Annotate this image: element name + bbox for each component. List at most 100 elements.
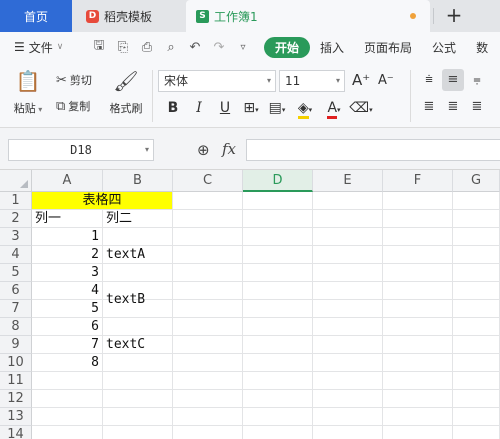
grid-cell[interactable] bbox=[313, 336, 383, 354]
eraser-icon[interactable]: ⌫▾ bbox=[348, 97, 374, 119]
grid-cell[interactable] bbox=[243, 228, 313, 246]
cell-a6[interactable]: 4 bbox=[32, 282, 103, 300]
grid-cell[interactable] bbox=[383, 318, 453, 336]
grid-cell[interactable] bbox=[32, 372, 103, 390]
column-header-b[interactable]: B bbox=[103, 170, 173, 192]
grid-cell[interactable] bbox=[243, 282, 313, 300]
grid-cell[interactable] bbox=[173, 210, 243, 228]
align-middle-icon[interactable]: ≡ bbox=[442, 69, 464, 91]
column-header-f[interactable]: F bbox=[383, 170, 453, 192]
redo-icon[interactable]: ↷ bbox=[212, 40, 226, 55]
align-top-icon[interactable]: ⩧ bbox=[418, 69, 440, 91]
paint-bucket-icon[interactable]: ◈▾ bbox=[290, 97, 320, 119]
grid-cell[interactable] bbox=[313, 264, 383, 282]
grid-cell[interactable] bbox=[173, 318, 243, 336]
grid-cell[interactable] bbox=[313, 318, 383, 336]
row-header-3[interactable]: 3 bbox=[0, 228, 32, 246]
grid-cell[interactable] bbox=[103, 426, 173, 439]
export-pdf-icon[interactable]: ⎘ bbox=[116, 40, 130, 55]
cell-b9[interactable]: textC bbox=[103, 336, 173, 354]
align-left-icon[interactable]: ≣ bbox=[418, 96, 440, 118]
column-header-a[interactable]: A bbox=[32, 170, 103, 192]
row-header-1[interactable]: 1 bbox=[0, 192, 32, 210]
ribbon-tab-home[interactable]: 开始 bbox=[264, 36, 311, 58]
grid-cell[interactable] bbox=[453, 192, 500, 210]
row-header-5[interactable]: 5 bbox=[0, 264, 32, 282]
grid-cell[interactable] bbox=[453, 282, 500, 300]
grid-cell[interactable] bbox=[173, 246, 243, 264]
cell-b4[interactable]: textA bbox=[103, 246, 173, 264]
grid-cell[interactable] bbox=[173, 264, 243, 282]
grid-cell[interactable] bbox=[173, 408, 243, 426]
grid-cell[interactable] bbox=[383, 228, 453, 246]
grid-cell[interactable] bbox=[103, 264, 173, 282]
cell-a7[interactable]: 5 bbox=[32, 300, 103, 318]
grid-cell[interactable] bbox=[243, 354, 313, 372]
save-icon[interactable]: 🖫 bbox=[92, 36, 106, 58]
row-header-2[interactable]: 2 bbox=[0, 210, 32, 228]
grid-cell[interactable] bbox=[453, 246, 500, 264]
grid-cell[interactable] bbox=[32, 426, 103, 439]
grid-cell[interactable] bbox=[453, 336, 500, 354]
grid-cell[interactable] bbox=[383, 426, 453, 439]
grid-cell[interactable] bbox=[173, 192, 243, 210]
bold-button[interactable]: B bbox=[160, 97, 186, 119]
row-header-7[interactable]: 7 bbox=[0, 300, 32, 318]
grid-cell[interactable] bbox=[453, 390, 500, 408]
grid-cell[interactable] bbox=[173, 300, 243, 318]
tab-workbook[interactable]: S 工作簿1 bbox=[186, 0, 430, 32]
print-icon[interactable]: ⎙ bbox=[140, 40, 154, 55]
grid-cell[interactable] bbox=[32, 390, 103, 408]
cell-a3[interactable]: 1 bbox=[32, 228, 103, 246]
ribbon-tab-insert[interactable]: 插入 bbox=[310, 39, 354, 56]
align-bottom-icon[interactable]: ⩦ bbox=[466, 69, 488, 91]
copy-button[interactable]: ⧉ 复制 bbox=[56, 98, 90, 114]
grid-cell[interactable] bbox=[453, 354, 500, 372]
grid-cell[interactable] bbox=[383, 336, 453, 354]
ribbon-tab-page-layout[interactable]: 页面布局 bbox=[354, 39, 422, 56]
grid-cell[interactable] bbox=[243, 210, 313, 228]
grid-cell[interactable] bbox=[313, 354, 383, 372]
grid-cell[interactable] bbox=[383, 192, 453, 210]
cell-a8[interactable]: 6 bbox=[32, 318, 103, 336]
underline-button[interactable]: U bbox=[212, 97, 238, 119]
select-all-button[interactable] bbox=[0, 170, 32, 192]
new-tab-button[interactable]: + bbox=[442, 3, 466, 27]
cell-a1-b1-title[interactable]: 表格四 bbox=[32, 192, 173, 210]
cell-a10[interactable]: 8 bbox=[32, 354, 103, 372]
grid-cell[interactable] bbox=[313, 210, 383, 228]
grid-cell[interactable] bbox=[243, 318, 313, 336]
cell-a2[interactable]: 列一 bbox=[32, 210, 103, 228]
grid-cell[interactable] bbox=[453, 228, 500, 246]
grid-cell[interactable] bbox=[313, 300, 383, 318]
grid-cell[interactable] bbox=[243, 264, 313, 282]
cell-a4[interactable]: 2 bbox=[32, 246, 103, 264]
align-right-icon[interactable]: ≣ bbox=[466, 96, 488, 118]
grid-cell[interactable] bbox=[383, 300, 453, 318]
format-painter-button[interactable]: 🖌 格式刷 bbox=[104, 70, 148, 116]
insert-function-button[interactable]: fx bbox=[222, 140, 236, 158]
print-preview-icon[interactable]: ⌕ bbox=[164, 40, 178, 55]
grid-cell[interactable] bbox=[103, 354, 173, 372]
cell-fill-icon[interactable]: ▤▾ bbox=[264, 97, 290, 119]
font-family-select[interactable]: 宋体 ▾ bbox=[158, 70, 276, 92]
row-header-9[interactable]: 9 bbox=[0, 336, 32, 354]
grid-cell[interactable] bbox=[103, 318, 173, 336]
cell-a9[interactable]: 7 bbox=[32, 336, 103, 354]
grid-cell[interactable] bbox=[243, 192, 313, 210]
column-header-g[interactable]: G bbox=[453, 170, 500, 192]
grid-cell[interactable] bbox=[32, 408, 103, 426]
grid-cell[interactable] bbox=[453, 372, 500, 390]
row-header-4[interactable]: 4 bbox=[0, 246, 32, 264]
grid-cell[interactable] bbox=[313, 228, 383, 246]
row-header-13[interactable]: 13 bbox=[0, 408, 32, 426]
grid-cell[interactable] bbox=[313, 282, 383, 300]
column-header-c[interactable]: C bbox=[173, 170, 243, 192]
grid-cell[interactable] bbox=[313, 192, 383, 210]
grid-cell[interactable] bbox=[453, 318, 500, 336]
align-center-icon[interactable]: ≣ bbox=[442, 96, 464, 118]
grid-cell[interactable] bbox=[453, 300, 500, 318]
column-header-d[interactable]: D bbox=[243, 170, 313, 192]
grid-cell[interactable] bbox=[383, 264, 453, 282]
grid-cell[interactable] bbox=[173, 372, 243, 390]
